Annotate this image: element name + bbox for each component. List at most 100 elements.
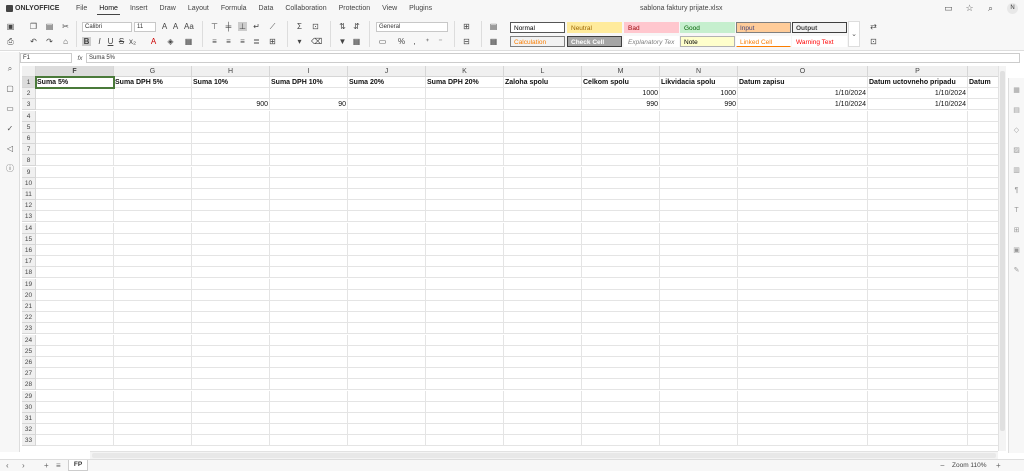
grid-cell[interactable] — [968, 167, 998, 178]
menu-item-file[interactable]: File — [70, 0, 93, 17]
grid-cell[interactable] — [968, 301, 998, 312]
grid-cell[interactable] — [660, 189, 738, 200]
grid-cell[interactable] — [968, 357, 998, 368]
grid-cell[interactable] — [36, 357, 114, 368]
grid-cell[interactable] — [36, 256, 114, 268]
grid-cell[interactable] — [504, 323, 582, 335]
grid-cell[interactable] — [114, 256, 192, 268]
grid-cell[interactable] — [36, 345, 114, 357]
grid-cell[interactable] — [660, 267, 738, 279]
named-ranges-icon[interactable]: ⊡ — [311, 22, 320, 31]
grid-cell[interactable] — [660, 177, 738, 189]
grid-cell[interactable] — [192, 245, 270, 256]
row-header[interactable]: 30 — [22, 401, 36, 413]
zoom-in-icon[interactable]: + — [996, 461, 1001, 471]
formula-input[interactable]: Suma 5% — [86, 53, 1020, 63]
sort-ascending-icon[interactable]: ⇅ — [338, 22, 347, 31]
grid-cell[interactable] — [36, 233, 114, 245]
grid-cell[interactable] — [348, 166, 426, 178]
cell-style-input[interactable]: Input — [736, 22, 791, 33]
grid-cell[interactable] — [348, 155, 426, 167]
search-icon[interactable]: ⌕ — [986, 4, 995, 13]
cell-style-check-cell[interactable]: Check Cell — [567, 36, 622, 47]
row-header[interactable]: 3 — [22, 99, 36, 111]
row-header[interactable]: 29 — [22, 390, 36, 402]
grid-cell[interactable] — [868, 278, 968, 290]
grid-cell[interactable] — [270, 245, 348, 256]
grid-cell[interactable] — [738, 144, 868, 156]
grid-cell[interactable] — [968, 211, 998, 223]
grid-cell[interactable] — [968, 245, 998, 256]
grid-cell[interactable] — [504, 99, 582, 111]
grid-cell[interactable] — [426, 200, 504, 212]
grid-cell[interactable] — [270, 379, 348, 391]
grid-cell[interactable]: 1000 — [582, 88, 660, 100]
grid-cell[interactable] — [738, 110, 868, 122]
cell-style-explanatory-tex[interactable]: Explanatory Tex — [624, 36, 679, 47]
grid-cell[interactable] — [36, 334, 114, 346]
grid-cell[interactable] — [270, 144, 348, 156]
grid-cell[interactable] — [968, 223, 998, 234]
font-size-select[interactable]: 11 — [134, 22, 156, 32]
grid-cell[interactable] — [968, 379, 998, 391]
grid-cell[interactable]: 990 — [582, 99, 660, 111]
grid-cell[interactable] — [582, 345, 660, 357]
grid-cell[interactable] — [504, 413, 582, 424]
grid-cell[interactable] — [114, 390, 192, 402]
grid-cell[interactable] — [660, 256, 738, 268]
spreadsheet-grid[interactable]: F G H I J K L M N O P 1 Suma 5% Suma DPH 5% Suma 10% Su… — [22, 66, 998, 451]
grid-cell[interactable] — [348, 289, 426, 301]
grid-cell[interactable]: Celkom spolu — [582, 77, 660, 88]
grid-cell[interactable] — [868, 121, 968, 133]
grid-cell[interactable] — [270, 177, 348, 189]
grid-cell[interactable] — [36, 189, 114, 200]
grid-cell[interactable] — [36, 121, 114, 133]
grid-cell[interactable] — [114, 267, 192, 279]
grid-cell[interactable] — [348, 401, 426, 413]
grid-cell[interactable] — [868, 189, 968, 200]
column-header[interactable]: M — [582, 66, 660, 77]
grid-cell[interactable] — [868, 133, 968, 144]
grid-cell[interactable] — [504, 401, 582, 413]
grid-cell[interactable] — [738, 267, 868, 279]
grid-cell[interactable] — [192, 312, 270, 324]
align-right-icon[interactable]: ≡ — [238, 37, 247, 46]
grid-cell[interactable] — [868, 289, 968, 301]
grid-cell[interactable] — [968, 402, 998, 413]
grid-cell[interactable] — [738, 312, 868, 324]
grid-cell[interactable] — [270, 289, 348, 301]
grid-cell[interactable] — [114, 166, 192, 178]
grid-cell[interactable] — [192, 413, 270, 424]
increase-decimal-icon[interactable]: ⁺ — [423, 37, 432, 46]
grid-cell[interactable] — [348, 110, 426, 122]
grid-cell[interactable] — [660, 379, 738, 391]
add-sheet-icon[interactable]: + — [44, 461, 49, 471]
grid-cell[interactable] — [192, 200, 270, 212]
grid-cell[interactable] — [968, 368, 998, 380]
grid-cell[interactable] — [270, 88, 348, 100]
grid-cell[interactable] — [504, 345, 582, 357]
grid-cell[interactable] — [114, 189, 192, 200]
row-header[interactable]: 2 — [22, 88, 36, 100]
grid-cell[interactable] — [426, 323, 504, 335]
grid-cell[interactable] — [36, 211, 114, 223]
about-icon[interactable]: ⓘ — [5, 164, 15, 174]
grid-cell[interactable] — [582, 390, 660, 402]
grid-cell[interactable] — [426, 133, 504, 144]
styles-more-button[interactable]: ⌄ — [848, 21, 860, 47]
grid-cell[interactable] — [426, 121, 504, 133]
column-header[interactable]: L — [504, 66, 582, 77]
grid-cell[interactable] — [738, 379, 868, 391]
grid-cell[interactable] — [660, 166, 738, 178]
grid-cell[interactable] — [192, 189, 270, 200]
replace-icon[interactable]: ⇄ — [869, 22, 878, 31]
grid-cell[interactable] — [968, 290, 998, 301]
grid-cell[interactable] — [348, 413, 426, 424]
grid-cell[interactable] — [738, 200, 868, 212]
grid-cell[interactable] — [868, 435, 968, 447]
grid-cell[interactable] — [426, 144, 504, 156]
grid-cell[interactable] — [660, 133, 738, 144]
grid-cell[interactable] — [660, 435, 738, 447]
grid-cell[interactable] — [868, 222, 968, 234]
comments-icon[interactable]: ▢ — [5, 84, 15, 94]
